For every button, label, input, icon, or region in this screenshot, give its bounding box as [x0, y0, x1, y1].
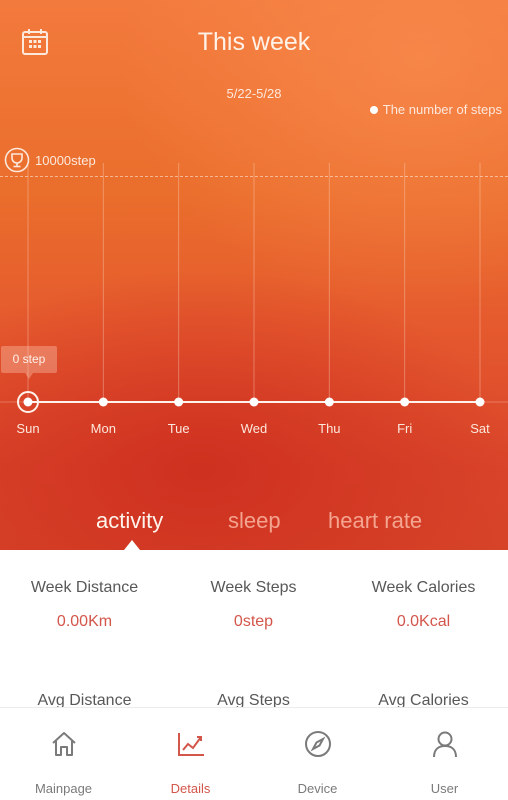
selected-day-tooltip: 0 step — [1, 346, 57, 379]
data-point-mon[interactable] — [98, 397, 108, 407]
user-icon — [432, 731, 457, 758]
home-icon — [51, 732, 76, 756]
nav-mainpage[interactable]: Mainpage — [0, 708, 127, 800]
week-calories-stat: Week Calories 0.0Kcal — [339, 579, 508, 631]
data-point-sat[interactable] — [475, 397, 485, 407]
week-distance-stat: Week Distance 0.00Km — [0, 579, 169, 631]
tab-heart-rate[interactable]: heart rate — [328, 508, 422, 534]
avg-calories-stat: Avg Calories — [339, 692, 508, 708]
tab-activity[interactable]: activity — [96, 508, 163, 534]
stat-label: Week Steps — [210, 579, 297, 596]
nav-user[interactable]: User — [381, 708, 508, 800]
day-label-sat[interactable]: Sat — [450, 421, 508, 436]
stat-label: Avg Steps — [217, 692, 290, 708]
nav-details[interactable]: Details — [127, 708, 254, 800]
stat-value: 0.00Km — [56, 613, 113, 630]
data-point-fri[interactable] — [400, 397, 410, 407]
stats-panel: Week Distance 0.00Km Week Steps 0step We… — [0, 550, 508, 708]
stat-label: Week Distance — [30, 579, 139, 596]
day-label-sun[interactable]: Sun — [0, 421, 58, 436]
data-point-tue[interactable] — [174, 397, 184, 407]
day-label-mon[interactable]: Mon — [73, 421, 133, 436]
day-label-wed[interactable]: Wed — [224, 421, 284, 436]
data-point-thu[interactable] — [324, 397, 334, 407]
stat-label: Week Calories — [371, 579, 476, 596]
data-point-sun[interactable] — [23, 397, 33, 407]
day-label-thu[interactable]: Thu — [299, 421, 359, 436]
data-point-wed[interactable] — [249, 397, 259, 407]
nav-label: Details — [170, 781, 211, 796]
compass-icon — [304, 731, 331, 757]
active-tab-indicator — [124, 540, 140, 550]
week-summary-header: This week 5/22-5/28 The number of steps … — [0, 0, 508, 550]
week-steps-stat: Week Steps 0step — [169, 579, 338, 631]
stat-value: 0step — [233, 613, 274, 630]
nav-device[interactable]: Device — [254, 708, 381, 800]
category-tabs: activity sleep heart rate — [0, 508, 508, 540]
nav-label: Mainpage — [34, 781, 93, 796]
stat-value: 0.0Kcal — [396, 613, 451, 630]
bottom-nav: Mainpage Details Device User — [0, 707, 508, 800]
steps-chart — [0, 163, 508, 413]
avg-distance-stat: Avg Distance — [0, 692, 169, 708]
stat-label: Avg Calories — [378, 692, 469, 708]
chart-icon — [177, 733, 204, 756]
avg-steps-stat: Avg Steps — [169, 692, 338, 708]
nav-label: User — [430, 781, 459, 796]
day-label-tue[interactable]: Tue — [149, 421, 209, 436]
nav-label: Device — [297, 781, 338, 796]
day-label-fri[interactable]: Fri — [375, 421, 435, 436]
stat-label: Avg Distance — [37, 692, 132, 708]
tab-sleep[interactable]: sleep — [228, 508, 281, 534]
